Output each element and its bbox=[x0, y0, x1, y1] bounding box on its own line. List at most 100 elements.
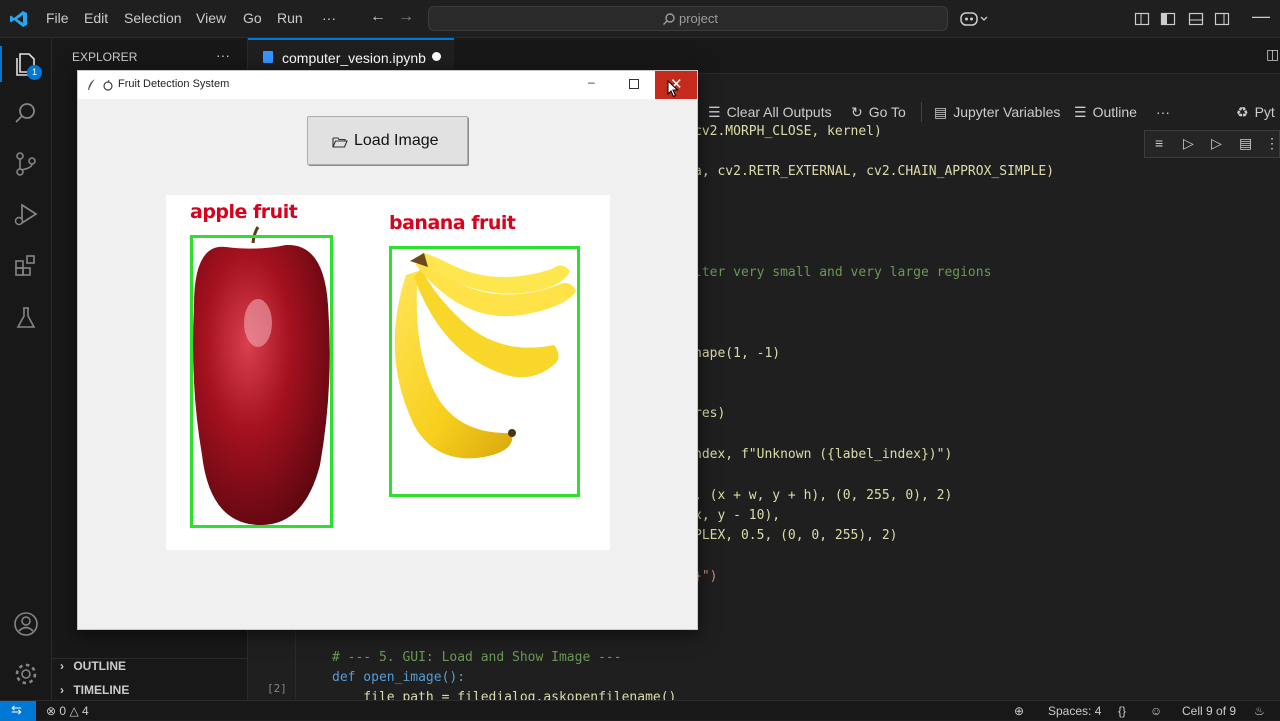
language-braces-indicator[interactable]: {} bbox=[1118, 704, 1126, 718]
active-indicator bbox=[0, 46, 2, 82]
menu-more[interactable]: ··· bbox=[322, 10, 336, 26]
go-to-label: Go To bbox=[868, 104, 906, 120]
menu-view[interactable]: View bbox=[196, 10, 226, 26]
remote-indicator[interactable]: ⇆ bbox=[0, 701, 36, 721]
extensions-icon[interactable] bbox=[12, 252, 40, 280]
status-bar: ⇆ ⊗ 0 △ 4 ⊕ Spaces: 4 {} ☺ Cell 9 of 9 ♨ bbox=[0, 700, 1280, 721]
menu-run[interactable]: Run bbox=[277, 10, 303, 26]
testing-flask-icon[interactable] bbox=[12, 304, 40, 332]
indentation-indicator[interactable]: Spaces: 4 bbox=[1048, 704, 1101, 718]
tk-feather-icon bbox=[88, 79, 95, 90]
forward-arrow-icon[interactable]: → bbox=[398, 8, 414, 26]
outline-section-header[interactable]: › OUTLINE bbox=[60, 659, 126, 673]
toolbar-more-button[interactable]: ··· bbox=[1156, 104, 1170, 120]
tk-maximize-icon[interactable] bbox=[629, 79, 639, 89]
settings-gear-icon[interactable] bbox=[12, 660, 40, 688]
outline-toolbar-label: Outline bbox=[1092, 104, 1137, 120]
cell-more-icon[interactable]: ⋮ bbox=[1265, 135, 1279, 152]
code-line[interactable]: def open_image(): bbox=[332, 670, 465, 685]
jupyter-variables-label: Jupyter Variables bbox=[953, 104, 1061, 120]
copilot-icon[interactable] bbox=[960, 10, 990, 28]
explorer-badge: 1 bbox=[27, 65, 42, 80]
code-line[interactable]: PLEX, 0.5, (0, 0, 255), 2) bbox=[694, 528, 898, 543]
title-bar: File Edit Selection View Go Run ··· ← → … bbox=[0, 0, 1280, 38]
chevron-right-icon: › bbox=[60, 659, 64, 673]
clear-outputs-icon: ☰ bbox=[708, 104, 721, 120]
remote-icon: ⇆ bbox=[11, 702, 22, 717]
warning-count: 4 bbox=[82, 704, 89, 718]
go-to-button[interactable]: ↻ Go To bbox=[851, 104, 906, 121]
toggle-secondary-sidebar-icon[interactable] bbox=[1214, 11, 1230, 27]
folder-open-icon bbox=[332, 137, 348, 148]
notifications-bell-icon[interactable]: ♨ bbox=[1254, 704, 1265, 718]
cell-position-indicator[interactable]: Cell 9 of 9 bbox=[1182, 704, 1236, 718]
code-line[interactable]: # --- 5. GUI: Load and Show Image --- bbox=[332, 650, 622, 665]
code-line[interactable]: res) bbox=[694, 406, 725, 421]
tk-minimize-icon[interactable]: – bbox=[588, 75, 595, 89]
minimize-window-icon[interactable]: — bbox=[1252, 6, 1270, 27]
menu-selection[interactable]: Selection bbox=[124, 10, 182, 26]
clear-outputs-button[interactable]: ☰ Clear All Outputs bbox=[708, 104, 832, 121]
toggle-primary-sidebar-icon[interactable] bbox=[1160, 11, 1176, 27]
code-line[interactable]: ndex, f"Unknown ({label_index})") bbox=[694, 447, 952, 462]
search-icon[interactable] bbox=[12, 100, 40, 128]
code-line[interactable]: hape(1, -1) bbox=[694, 346, 780, 361]
detection-image-panel: apple fruit banana fruit bbox=[166, 195, 610, 550]
notebook-file-icon bbox=[263, 51, 273, 63]
run-debug-icon[interactable] bbox=[12, 200, 40, 228]
kernel-picker[interactable]: ♻ Pyt bbox=[1236, 104, 1275, 121]
cell-execution-count: [2] bbox=[267, 682, 287, 695]
variables-icon: ▤ bbox=[934, 104, 948, 120]
split-editor-icon[interactable]: ◫ bbox=[1266, 46, 1279, 63]
banana-detection-box bbox=[389, 246, 580, 497]
timeline-section-header[interactable]: › TIMELINE bbox=[60, 683, 129, 697]
account-icon[interactable] bbox=[12, 610, 40, 638]
command-center-search[interactable]: project bbox=[428, 6, 948, 31]
code-line[interactable]: lter very small and very large regions bbox=[694, 265, 991, 280]
go-to-icon: ↻ bbox=[851, 104, 863, 120]
toggle-panel-icon[interactable] bbox=[1188, 11, 1204, 27]
jupyter-variables-button[interactable]: ▤ Jupyter Variables bbox=[934, 104, 1060, 121]
menu-file[interactable]: File bbox=[46, 10, 69, 26]
load-image-button[interactable]: Load Image bbox=[307, 116, 468, 165]
tk-app-icon bbox=[103, 79, 113, 91]
cell-toolbar: ≡ ▷ ▷ ▤ ⋮ bbox=[1144, 130, 1280, 158]
run-cell-icon[interactable]: ▷ bbox=[1183, 135, 1194, 152]
copilot-status-icon[interactable]: ☺ bbox=[1150, 704, 1162, 718]
unsaved-dot-icon[interactable] bbox=[432, 52, 441, 61]
tab-notebook[interactable]: computer_vesion.ipynb bbox=[248, 38, 454, 74]
explorer-more-button[interactable]: ··· bbox=[216, 47, 230, 63]
source-control-icon[interactable] bbox=[12, 150, 40, 178]
layout-customize-icon[interactable] bbox=[1134, 11, 1150, 27]
clear-outputs-label: Clear All Outputs bbox=[726, 104, 832, 120]
tab-label: computer_vesion.ipynb bbox=[282, 50, 426, 66]
chevron-right-icon: › bbox=[60, 683, 64, 697]
toolbar-separator bbox=[921, 102, 922, 122]
timeline-label: TIMELINE bbox=[73, 683, 130, 697]
zoom-icon[interactable]: ⊕ bbox=[1014, 704, 1024, 718]
apple-detection-box bbox=[190, 235, 333, 528]
problems-indicator[interactable]: ⊗ 0 △ 4 bbox=[46, 704, 89, 718]
split-cell-icon[interactable]: ▤ bbox=[1239, 135, 1252, 152]
editor-tab-strip: computer_vesion.ipynb ◫ bbox=[248, 38, 1280, 74]
run-below-icon[interactable]: ▷ bbox=[1211, 135, 1222, 152]
menu-go[interactable]: Go bbox=[243, 10, 262, 26]
tk-window-title: Fruit Detection System bbox=[118, 78, 230, 90]
search-icon bbox=[663, 13, 675, 25]
back-arrow-icon[interactable]: ← bbox=[370, 8, 386, 26]
apple-detection-label: apple fruit bbox=[190, 201, 298, 223]
code-line[interactable]: x, y - 10), bbox=[694, 508, 780, 523]
load-image-label: Load Image bbox=[354, 132, 439, 149]
code-line[interactable]: , (x + w, y + h), (0, 255, 0), 2) bbox=[694, 488, 952, 503]
warning-icon: △ bbox=[69, 704, 79, 718]
vscode-logo-icon bbox=[10, 11, 27, 27]
outline-label: OUTLINE bbox=[73, 659, 127, 673]
outline-button[interactable]: ☰ Outline bbox=[1074, 104, 1137, 121]
tk-title-bar[interactable]: Fruit Detection System – ✕ bbox=[78, 71, 697, 99]
code-line[interactable]: cv2.MORPH_CLOSE, kernel) bbox=[694, 124, 882, 139]
mouse-cursor-icon bbox=[667, 80, 679, 98]
kernel-label: Pyt bbox=[1254, 104, 1275, 120]
menu-edit[interactable]: Edit bbox=[84, 10, 108, 26]
code-line[interactable]: a, cv2.RETR_EXTERNAL, cv2.CHAIN_APPROX_S… bbox=[694, 164, 1054, 179]
run-above-icon[interactable]: ≡ bbox=[1155, 135, 1163, 151]
